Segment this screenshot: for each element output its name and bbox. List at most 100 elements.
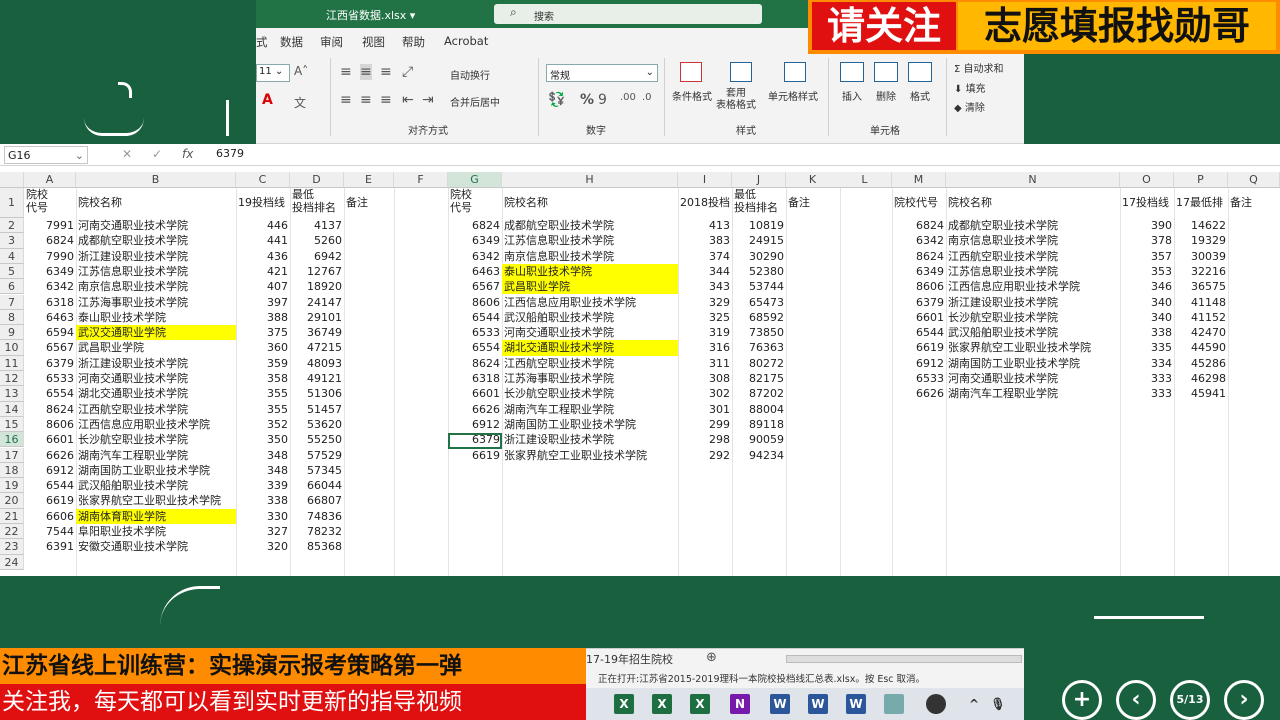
table1-cell[interactable]: 安徽交通职业技术学院 <box>76 539 236 554</box>
next-slide-button[interactable]: › <box>1224 680 1264 720</box>
table1-cell[interactable]: 6619 <box>24 493 76 508</box>
table3-header[interactable]: 17投档线 <box>1120 188 1174 218</box>
table1-cell[interactable]: 阜阳职业技术学院 <box>76 524 236 539</box>
row-header[interactable]: 18 <box>0 462 24 479</box>
table3-cell[interactable]: 19329 <box>1174 233 1228 248</box>
table2-cell[interactable]: 302 <box>678 386 732 401</box>
row-header[interactable]: 9 <box>0 325 24 341</box>
table1-cell[interactable]: 55250 <box>290 432 344 447</box>
table2-cell[interactable]: 8624 <box>448 356 502 371</box>
table1-cell[interactable]: 成都航空职业技术学院 <box>76 233 236 248</box>
table3-cell[interactable]: 江苏信息职业技术学院 <box>946 264 1120 279</box>
row-header[interactable]: 2 <box>0 218 24 234</box>
table3-header[interactable]: 院校名称 <box>946 188 1120 218</box>
column-header-m[interactable]: M <box>892 172 946 188</box>
row-header[interactable]: 12 <box>0 371 24 387</box>
table1-header[interactable]: 院校 代号 <box>24 188 76 218</box>
table3-cell[interactable]: 378 <box>1120 233 1174 248</box>
table1-cell[interactable]: 6567 <box>24 340 76 355</box>
table2-cell[interactable]: 343 <box>678 279 732 294</box>
table2-cell[interactable]: 南京信息职业技术学院 <box>502 249 678 264</box>
table1-cell[interactable]: 武汉交通职业学院 <box>76 325 236 341</box>
table1-cell[interactable]: 武汉船舶职业技术学院 <box>76 478 236 493</box>
table3-cell[interactable]: 346 <box>1120 279 1174 294</box>
table1-cell[interactable]: 388 <box>236 310 290 325</box>
wrap-text-button[interactable]: 自动换行 <box>450 67 490 82</box>
phonetic-icon[interactable]: 文 <box>294 94 306 111</box>
table1-cell[interactable]: 85368 <box>290 539 344 554</box>
row-header[interactable]: 16 <box>0 432 24 448</box>
table2-cell[interactable]: 张家界航空工业职业技术学院 <box>502 448 678 463</box>
table3-cell[interactable]: 浙江建设职业技术学院 <box>946 295 1120 310</box>
grow-font-icon[interactable]: A˄ <box>294 64 308 78</box>
table1-cell[interactable]: 4137 <box>290 218 344 233</box>
column-header-i[interactable]: I <box>678 172 732 188</box>
table1-cell[interactable]: 南京信息职业技术学院 <box>76 279 236 294</box>
table3-cell[interactable]: 357 <box>1120 249 1174 264</box>
table2-cell[interactable]: 82175 <box>732 371 786 386</box>
table1-cell[interactable]: 泰山职业技术学院 <box>76 310 236 325</box>
delete-button[interactable]: 删除 <box>876 88 896 103</box>
table2-header[interactable]: 院校名称 <box>502 188 678 218</box>
table3-cell[interactable]: 6619 <box>892 340 946 355</box>
column-header-d[interactable]: D <box>290 172 344 188</box>
column-header-n[interactable]: N <box>946 172 1120 188</box>
table3-cell[interactable]: 45941 <box>1174 386 1228 401</box>
table1-cell[interactable]: 6318 <box>24 295 76 310</box>
table2-cell[interactable]: 88004 <box>732 402 786 417</box>
currency-icon[interactable]: 💱 <box>548 92 565 108</box>
table3-cell[interactable]: 湖南国防工业职业技术学院 <box>946 356 1120 371</box>
table1-cell[interactable]: 360 <box>236 340 290 355</box>
table2-cell[interactable]: 江西信息应用职业技术学院 <box>502 295 678 310</box>
row-header[interactable]: 23 <box>0 539 24 555</box>
conditional-format-button[interactable]: 条件格式 <box>672 88 712 103</box>
table2-cell[interactable]: 308 <box>678 371 732 386</box>
column-header-a[interactable]: A <box>24 172 76 188</box>
function-icon[interactable]: fx <box>182 147 193 161</box>
table2-cell[interactable]: 90059 <box>732 432 786 447</box>
table1-cell[interactable]: 6391 <box>24 539 76 554</box>
table1-cell[interactable]: 339 <box>236 478 290 493</box>
table1-cell[interactable]: 7544 <box>24 524 76 539</box>
tab-data[interactable]: 数据 <box>280 34 303 50</box>
column-header-k[interactable]: K <box>786 172 840 188</box>
table1-cell[interactable]: 6912 <box>24 463 76 478</box>
excel-icon[interactable]: X <box>652 694 672 714</box>
table1-cell[interactable]: 湖南国防工业职业技术学院 <box>76 463 236 478</box>
table1-cell[interactable]: 武昌职业学院 <box>76 340 236 355</box>
word-icon[interactable]: W <box>808 694 828 714</box>
table3-cell[interactable]: 湖南汽车工程职业学院 <box>946 386 1120 401</box>
increase-decimal-icon[interactable]: .00 <box>620 92 636 103</box>
table1-cell[interactable]: 江苏海事职业技术学院 <box>76 295 236 310</box>
table1-cell[interactable]: 6594 <box>24 325 76 340</box>
table1-cell[interactable]: 湖南汽车工程职业学院 <box>76 448 236 463</box>
tab-help[interactable]: 帮助 <box>402 34 425 50</box>
table1-cell[interactable]: 6463 <box>24 310 76 325</box>
table2-cell[interactable]: 江苏信息职业技术学院 <box>502 233 678 248</box>
table3-cell[interactable]: 353 <box>1120 264 1174 279</box>
table1-cell[interactable]: 7990 <box>24 249 76 264</box>
merge-center-button[interactable]: 合并后居中 <box>450 94 500 109</box>
cancel-icon[interactable]: ✕ <box>122 147 132 161</box>
table2-cell[interactable]: 湖北交通职业技术学院 <box>502 340 678 356</box>
font-color-icon[interactable]: A <box>262 92 273 108</box>
zoom-in-button[interactable]: + <box>1062 680 1102 720</box>
table3-cell[interactable]: 6601 <box>892 310 946 325</box>
column-header-p[interactable]: P <box>1174 172 1228 188</box>
table3-cell[interactable]: 335 <box>1120 340 1174 355</box>
table1-cell[interactable]: 66807 <box>290 493 344 508</box>
selected-cell[interactable] <box>448 433 502 449</box>
row-header[interactable]: 10 <box>0 340 24 356</box>
align-top-icon[interactable]: ≡ <box>340 64 352 80</box>
table3-cell[interactable]: 6533 <box>892 371 946 386</box>
table3-cell[interactable]: 41148 <box>1174 295 1228 310</box>
align-right-icon[interactable]: ≡ <box>380 92 392 108</box>
column-header-e[interactable]: E <box>344 172 394 188</box>
number-format-select[interactable]: 常规 ⌄ <box>546 64 658 82</box>
row-header[interactable]: 22 <box>0 524 24 540</box>
table2-cell[interactable]: 湖南汽车工程职业学院 <box>502 402 678 417</box>
table1-cell[interactable]: 320 <box>236 539 290 554</box>
row-header[interactable]: 20 <box>0 493 24 509</box>
table2-cell[interactable]: 94234 <box>732 448 786 463</box>
row-header[interactable]: 19 <box>0 478 24 494</box>
